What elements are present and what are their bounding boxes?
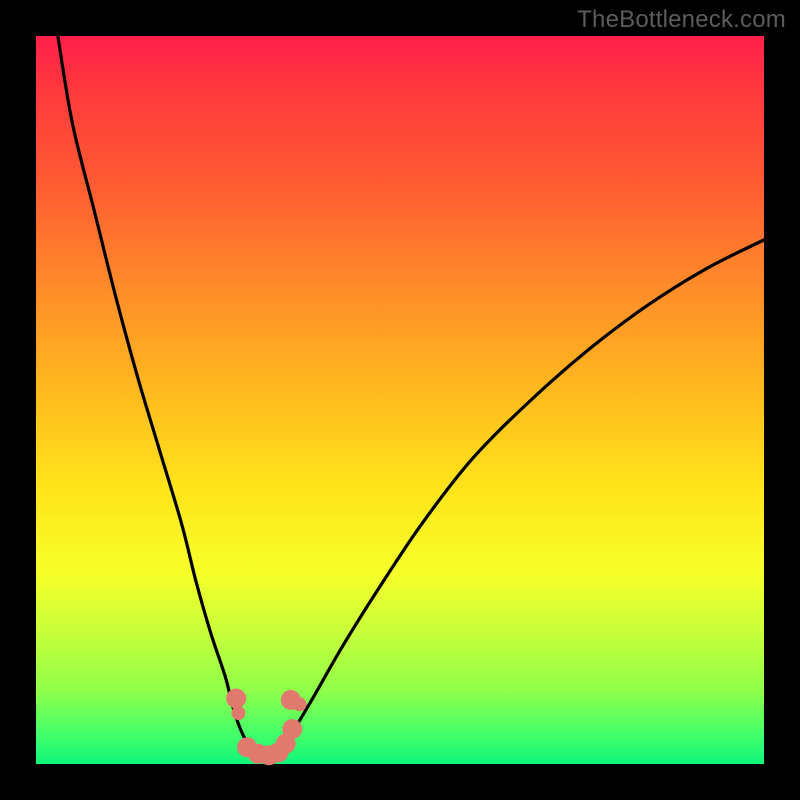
watermark-text: TheBottleneck.com — [577, 6, 786, 34]
data-marker — [226, 688, 246, 708]
left-branch-curve — [58, 36, 262, 757]
plot-area — [36, 36, 764, 764]
data-marker — [231, 706, 245, 720]
curve-layer — [36, 36, 764, 764]
right-branch-curve — [276, 240, 764, 757]
chart-frame: TheBottleneck.com — [0, 0, 800, 800]
data-marker — [293, 697, 307, 711]
data-marker — [282, 719, 302, 739]
